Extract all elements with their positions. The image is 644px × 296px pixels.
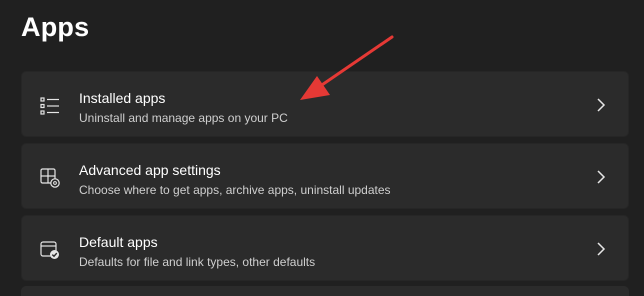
advanced-app-settings-description: Choose where to get apps, archive apps, … (79, 183, 391, 197)
advanced-app-settings-item[interactable]: Advanced app settings Choose where to ge… (21, 143, 629, 209)
installed-apps-item[interactable]: Installed apps Uninstall and manage apps… (21, 71, 629, 137)
default-apps-item[interactable]: Default apps Defaults for file and link … (21, 215, 629, 281)
next-settings-item[interactable] (21, 286, 629, 296)
default-apps-icon (39, 239, 61, 261)
app-settings-icon (39, 167, 61, 189)
chevron-right-icon (595, 170, 607, 184)
default-apps-title: Default apps (79, 234, 158, 250)
default-apps-description: Defaults for file and link types, other … (79, 255, 316, 269)
chevron-right-icon (595, 98, 607, 112)
installed-apps-title: Installed apps (79, 90, 166, 106)
chevron-right-icon (595, 242, 607, 256)
installed-apps-description: Uninstall and manage apps on your PC (79, 111, 288, 125)
page-title: Apps (21, 12, 90, 42)
advanced-app-settings-title: Advanced app settings (79, 162, 221, 178)
list-icon (39, 95, 61, 117)
